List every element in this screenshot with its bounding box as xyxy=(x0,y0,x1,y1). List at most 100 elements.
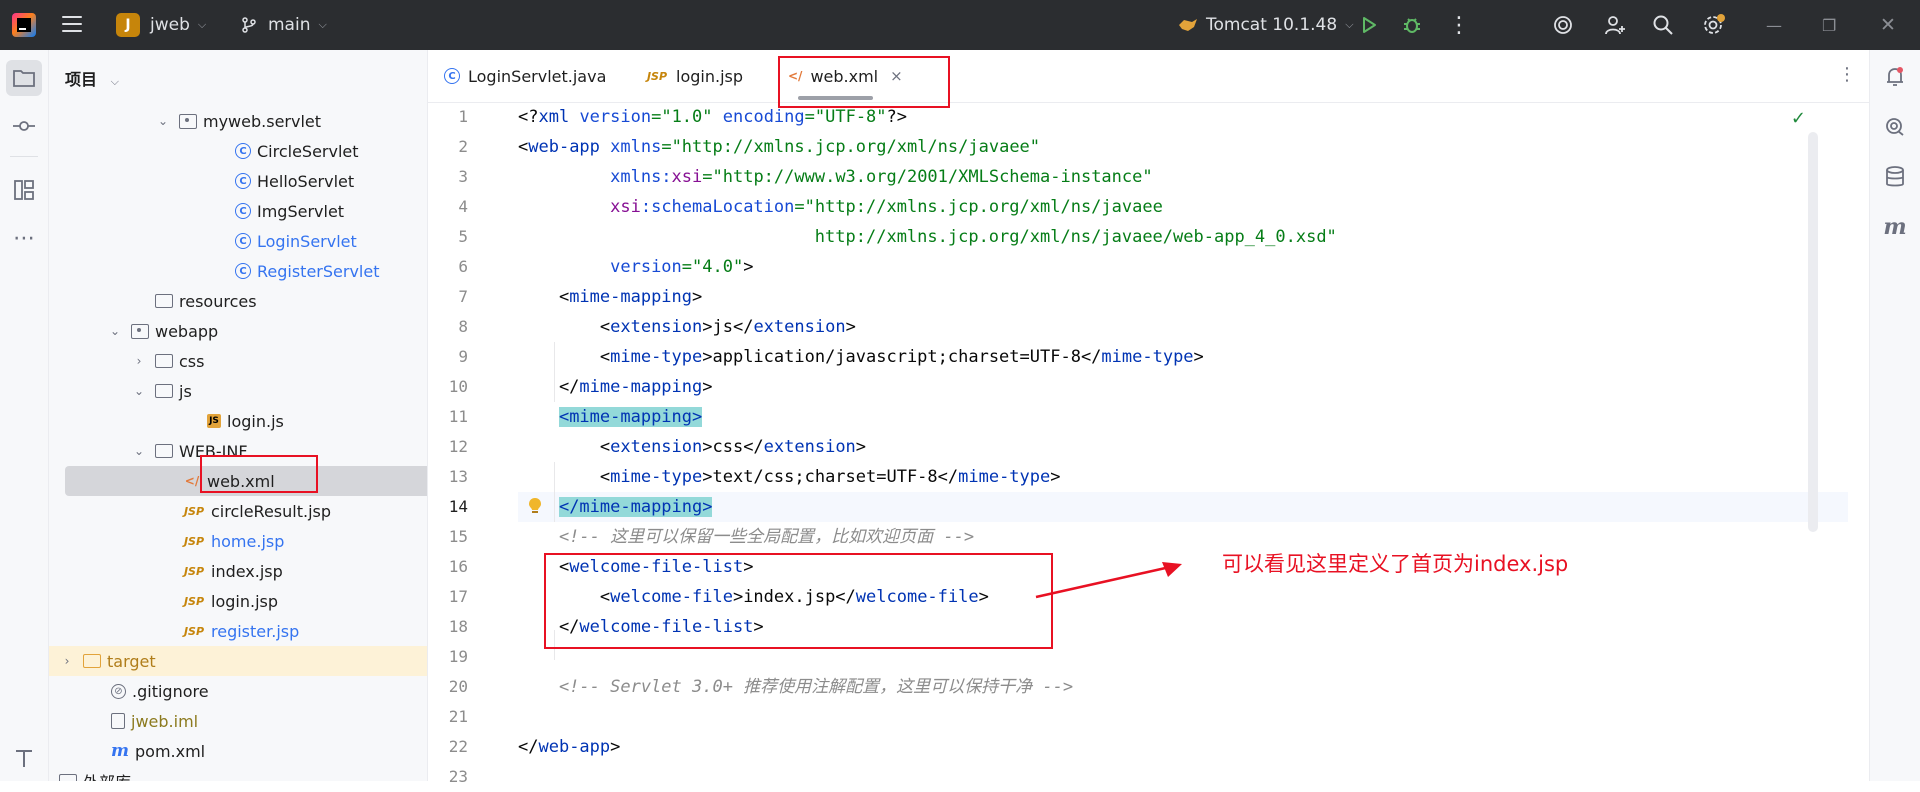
code-line[interactable]: <!-- Servlet 3.0+ 推荐使用注解配置，这里可以保持干净 --> xyxy=(518,672,1848,702)
maven-tool-icon[interactable]: m xyxy=(1878,210,1912,244)
chevron-right-icon[interactable]: › xyxy=(61,654,73,668)
code-line[interactable]: </web-app> xyxy=(518,732,1848,762)
tab-loginservlet-java[interactable]: C LoginServlet.java xyxy=(444,50,606,102)
tree-item[interactable]: ⌄ myweb.servlet xyxy=(49,106,427,136)
tree-item[interactable]: C HelloServlet xyxy=(49,166,427,196)
code-line[interactable]: version="4.0"> xyxy=(518,252,1848,282)
line-number: 7 xyxy=(458,287,468,306)
code-line[interactable]: <web-app xmlns="http://xmlns.jcp.org/xml… xyxy=(518,132,1848,162)
tree-item-label: myweb.servlet xyxy=(203,111,322,131)
editor-scrollbar[interactable] xyxy=(1808,132,1818,532)
code-line[interactable] xyxy=(518,702,1848,732)
line-number: 19 xyxy=(448,647,468,666)
chevron-down-icon: ⌵ xyxy=(318,18,327,31)
debug-button[interactable] xyxy=(1402,0,1422,50)
code-line[interactable]: <mime-type>application/javascript;charse… xyxy=(518,342,1848,372)
tree-item[interactable]: JSP login.jsp xyxy=(49,586,427,616)
bug-icon xyxy=(1404,18,1420,33)
tree-item[interactable]: C ImgServlet xyxy=(49,196,427,226)
code-line[interactable]: <!-- 这里可以保留一些全局配置，比如欢迎页面 --> xyxy=(518,522,1848,552)
tab-label: login.jsp xyxy=(676,66,743,86)
code-line[interactable]: </mime-mapping> xyxy=(518,492,1848,522)
tab-login-jsp[interactable]: JSP login.jsp xyxy=(646,50,743,102)
chevron-down-icon[interactable]: ⌄ xyxy=(109,324,121,338)
line-number: 3 xyxy=(458,167,468,186)
code-token: version xyxy=(579,107,652,127)
more-actions-icon[interactable]: ⋮ xyxy=(1448,0,1470,50)
tree-item[interactable]: ⌄ js xyxy=(49,376,427,406)
minimize-icon[interactable]: — xyxy=(1766,0,1782,50)
code-line[interactable]: <extension>js</extension> xyxy=(518,312,1848,342)
code-line[interactable]: xmlns:xsi="http://www.w3.org/2001/XMLSch… xyxy=(518,162,1848,192)
project-tool-button[interactable] xyxy=(6,60,42,96)
code-line[interactable]: </mime-mapping> xyxy=(518,372,1848,402)
code-line[interactable]: <mime-type>text/css;charset=UTF-8</mime-… xyxy=(518,462,1848,492)
tree-item[interactable]: › target xyxy=(49,646,427,676)
close-icon[interactable]: ✕ xyxy=(1880,0,1896,50)
tabs-more-icon[interactable]: ⋮ xyxy=(1838,64,1856,85)
tree-item[interactable]: jweb.iml xyxy=(49,706,427,736)
intellij-logo-icon[interactable] xyxy=(12,13,36,37)
code-line[interactable]: xsi:schemaLocation="http://xmlns.jcp.org… xyxy=(518,192,1848,222)
tree-item[interactable]: resources xyxy=(49,286,427,316)
code-line[interactable] xyxy=(518,762,1848,792)
project-panel-title: 项目 xyxy=(65,70,98,89)
settings-button[interactable] xyxy=(1702,0,1726,50)
code-token: > xyxy=(845,317,856,337)
code-token: < xyxy=(518,317,611,337)
database-button[interactable] xyxy=(1878,160,1912,194)
code-token: > xyxy=(702,377,713,397)
code-line[interactable]: <?xml version="1.0" encoding="UTF-8"?> xyxy=(518,102,1848,132)
project-badge: J xyxy=(116,13,140,37)
tree-item[interactable]: JSP home.jsp xyxy=(49,526,427,556)
tree-item[interactable]: › css xyxy=(49,346,427,376)
tree-item[interactable]: ⌄ webapp xyxy=(49,316,427,346)
branch-switcher[interactable]: main ⌵ xyxy=(240,0,327,50)
chevron-down-icon[interactable]: ⌄ xyxy=(133,444,145,458)
code-area[interactable]: <?xml version="1.0" encoding="UTF-8"?> <w… xyxy=(518,102,1848,792)
more-tools-icon[interactable]: ⋯ xyxy=(6,220,42,256)
tree-item[interactable]: C CircleServlet xyxy=(49,136,427,166)
ai-chat-button[interactable] xyxy=(1878,110,1912,144)
project-panel-header[interactable]: 项目 ⌵ xyxy=(65,66,119,90)
no-problems-check-icon[interactable]: ✓ xyxy=(1791,108,1806,129)
tree-item[interactable]: C LoginServlet xyxy=(49,226,427,256)
js-file-icon: JS xyxy=(207,414,221,428)
ai-assistant-icon[interactable] xyxy=(1552,0,1574,50)
tree-item[interactable]: JSP index.jsp xyxy=(49,556,427,586)
lightbulb-icon[interactable] xyxy=(528,497,542,515)
run-config-selector[interactable]: Tomcat 10.1.48 ⌵ xyxy=(1178,0,1354,50)
structure-tool-button[interactable] xyxy=(6,172,42,208)
code-line[interactable]: <mime-mapping> xyxy=(518,282,1848,312)
restore-icon[interactable]: ❐ xyxy=(1822,0,1836,50)
tree-item[interactable]: JS login.js xyxy=(49,406,427,436)
chevron-down-icon[interactable]: ⌄ xyxy=(157,114,169,128)
resources-folder-icon xyxy=(155,294,173,308)
code-line[interactable]: http://xmlns.jcp.org/xml/ns/javaee/web-a… xyxy=(518,222,1848,252)
line-number: 17 xyxy=(448,587,468,606)
run-button[interactable] xyxy=(1360,0,1378,50)
project-switcher[interactable]: J jweb ⌵ xyxy=(116,0,206,50)
tree-item[interactable]: m pom.xml xyxy=(49,736,427,766)
tree-item[interactable]: C RegisterServlet xyxy=(49,256,427,286)
tree-item[interactable]: JSP circleResult.jsp xyxy=(49,496,427,526)
user-plus-icon xyxy=(1605,16,1625,35)
tree-item[interactable]: ⌄外部库 xyxy=(49,766,427,781)
search-button[interactable] xyxy=(1652,0,1674,50)
add-user-icon[interactable] xyxy=(1604,0,1626,50)
commit-tool-button[interactable] xyxy=(6,108,42,144)
gitignore-icon: ⊘ xyxy=(111,683,126,699)
notifications-button[interactable] xyxy=(1878,60,1912,94)
main-menu-icon[interactable] xyxy=(62,16,82,34)
chevron-right-icon[interactable]: › xyxy=(133,354,145,368)
code-line[interactable]: <mime-mapping> xyxy=(518,402,1848,432)
chevron-down-icon[interactable]: ⌄ xyxy=(133,384,145,398)
tree-item-label: resources xyxy=(179,291,257,311)
tree-item[interactable]: JSP register.jsp xyxy=(49,616,427,646)
terminal-tool-button[interactable] xyxy=(6,740,42,776)
code-line[interactable]: <extension>css</extension> xyxy=(518,432,1848,462)
class-icon: C xyxy=(444,68,460,84)
annotation-arrow xyxy=(1035,562,1182,599)
tree-item[interactable]: ⊘ .gitignore xyxy=(49,676,427,706)
